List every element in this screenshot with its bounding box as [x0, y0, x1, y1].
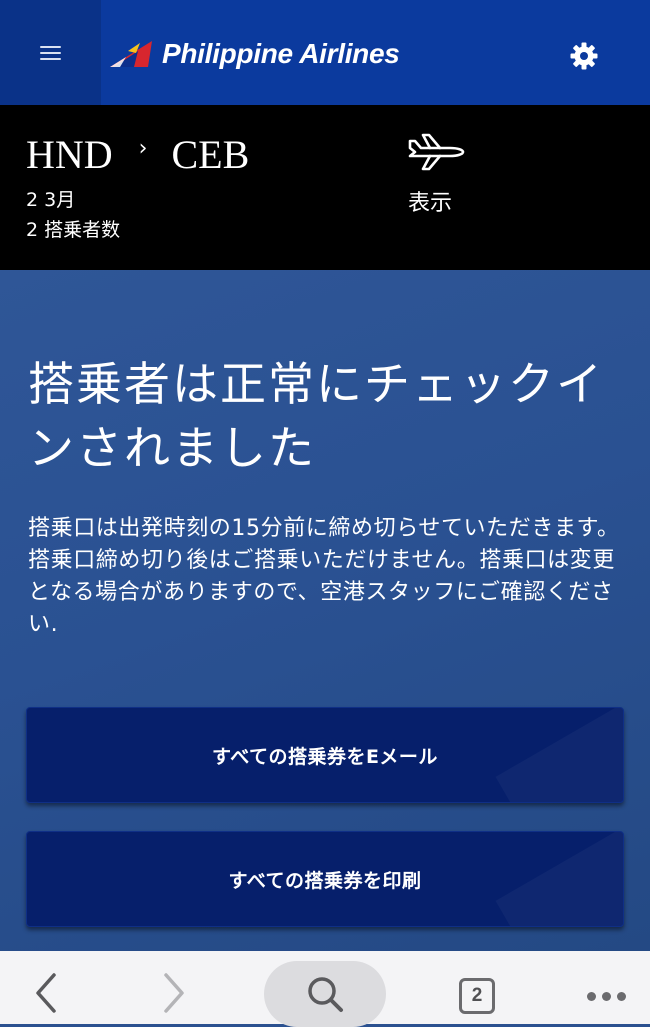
tabs-button[interactable]: 2 — [452, 971, 502, 1021]
view-flight-button[interactable]: 表示 — [400, 127, 472, 217]
email-button-label: すべての搭乗券をEメール — [212, 745, 438, 768]
boarding-notice: 搭乗口は出発時刻の15分前に締め切らせていただきます。搭乗口締め切り後はご搭乗い… — [28, 516, 620, 637]
print-button-label: すべての搭乗券を印刷 — [228, 869, 422, 892]
search-button[interactable] — [264, 961, 386, 1027]
search-icon — [308, 977, 343, 1012]
more-button[interactable] — [578, 971, 634, 1021]
print-boarding-passes-button[interactable]: すべての搭乗券を印刷 — [26, 831, 624, 927]
brand-name: Philippine Airlines — [162, 38, 400, 69]
chevron-right-icon — [164, 973, 184, 1013]
view-label: 表示 — [408, 191, 453, 216]
destination-code: CEB — [171, 132, 250, 177]
email-boarding-passes-button[interactable]: すべての搭乗券をEメール — [26, 707, 624, 803]
gear-icon — [570, 42, 598, 70]
checkin-confirmation: 搭乗者は正常にチェックインされました 搭乗口は出発時刻の15分前に締め切らせてい… — [0, 270, 650, 951]
chevron-left-icon — [36, 973, 56, 1013]
tabs-icon: 2 — [459, 978, 495, 1014]
brand-logo[interactable]: Philippine Airlines — [108, 34, 400, 74]
app-header: Philippine Airlines — [0, 0, 650, 105]
passenger-count: 2 搭乗者数 — [26, 219, 121, 241]
hamburger-icon — [40, 42, 61, 64]
forward-button[interactable] — [150, 965, 198, 1021]
origin-code: HND — [26, 132, 113, 177]
route: HND › CEB — [26, 133, 249, 177]
settings-button[interactable] — [566, 38, 602, 74]
airplane-icon — [408, 133, 465, 171]
chevron-right-icon: › — [138, 136, 148, 161]
flight-summary: HND › CEB 2 3月 2 搭乗者数 表示 — [0, 105, 650, 270]
flight-date: 2 3月 — [26, 189, 76, 211]
menu-button[interactable] — [0, 0, 101, 105]
back-button[interactable] — [22, 965, 70, 1021]
more-dots-icon — [584, 991, 629, 1001]
browser-toolbar: 2 — [0, 951, 650, 1027]
page-title: 搭乗者は正常にチェックインされました — [28, 357, 604, 475]
airline-logo-icon — [110, 41, 152, 67]
